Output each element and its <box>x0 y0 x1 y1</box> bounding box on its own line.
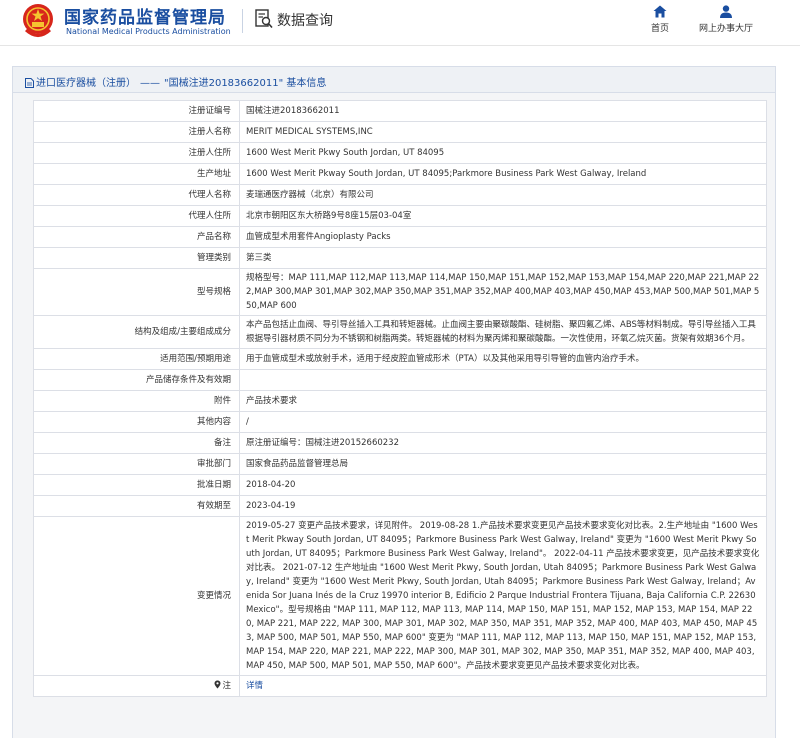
user-icon <box>720 5 732 18</box>
field-value: 2023-04-19 <box>239 495 767 517</box>
agency-name-en: National Medical Products Administration <box>66 27 231 36</box>
field-label: 注册证编号 <box>33 100 240 122</box>
table-row: 变更情况 2019-05-27 变更产品技术要求，详见附件。 2019-08-28… <box>33 516 767 676</box>
table-row: 适用范围/预期用途 用于血管成型术或放射手术，适用于经皮腔血管成形术（PTA）以及… <box>33 348 767 370</box>
table-row: 附件 产品技术要求 <box>33 390 767 412</box>
field-label: 批准日期 <box>33 474 240 496</box>
table-row: 批准日期 2018-04-20 <box>33 474 767 496</box>
field-value: 国械注进20183662011 <box>239 100 767 122</box>
nav-hall-label: 网上办事大厅 <box>698 24 753 34</box>
note-label: 注 <box>222 681 231 691</box>
field-label: 结构及组成/主要组成成分 <box>33 315 240 349</box>
field-value: 第三类 <box>239 247 767 269</box>
table-row: 备注 原注册证编号：国械注进20152660232 <box>33 432 767 454</box>
table-row: 其他内容 / <box>33 411 767 433</box>
detail-panel: 进口医疗器械（注册） —— "国械注进20183662011" 基本信息 注册证编号… <box>12 66 776 738</box>
field-value <box>239 369 767 391</box>
field-value: 北京市朝阳区东大桥路9号8座15层03-04室 <box>239 205 767 227</box>
field-label: 注册人名称 <box>33 121 240 143</box>
field-value: 国家食品药品监督管理总局 <box>239 453 767 475</box>
table-row: 注册人名称 MERIT MEDICAL SYSTEMS,INC <box>33 121 767 143</box>
table-row: 有效期至 2023-04-19 <box>33 495 767 517</box>
nav-home-label: 首页 <box>650 24 669 34</box>
table-row: 代理人名称 麦瑞通医疗器械（北京）有限公司 <box>33 184 767 206</box>
table-row: 注册证编号 国械注进20183662011 <box>33 100 767 122</box>
note-label-cell: 注 <box>33 675 240 697</box>
breadcrumb-category[interactable]: 进口医疗器械（注册） <box>36 78 136 89</box>
table-row: 注册人住所 1600 West Merit Pkwy South Jordan, … <box>33 142 767 164</box>
pin-icon <box>214 680 221 689</box>
field-value: 1600 West Merit Pkway South Jordan, UT 8… <box>239 163 767 185</box>
field-value: 产品技术要求 <box>239 390 767 412</box>
field-value: 用于血管成型术或放射手术，适用于经皮腔血管成形术（PTA）以及其他采用导引导管的… <box>239 348 767 370</box>
field-label: 管理类别 <box>33 247 240 269</box>
field-label: 附件 <box>33 390 240 412</box>
panel-header: 进口医疗器械（注册） —— "国械注进20183662011" 基本信息 <box>13 67 775 93</box>
field-label: 有效期至 <box>33 495 240 517</box>
field-label: 适用范围/预期用途 <box>33 348 240 370</box>
table-row: 型号规格 规格型号：MAP 111,MAP 112,MAP 113,MAP 114… <box>33 268 767 316</box>
field-value: 1600 West Merit Pkwy South Jordan, UT 84… <box>239 142 767 164</box>
table-row: 生产地址 1600 West Merit Pkway South Jordan, … <box>33 163 767 185</box>
table-row: 结构及组成/主要组成成分 本产品包括止血阀、导引导丝插入工具和转矩器械。止血阀主要… <box>33 315 767 349</box>
field-label: 代理人住所 <box>33 205 240 227</box>
table-row: 产品名称 血管成型术用套件Angioplasty Packs <box>33 226 767 248</box>
note-value-cell: 详情 <box>239 675 767 697</box>
nav-home[interactable]: 首页 <box>640 5 680 34</box>
table-row: 注 详情 <box>33 675 767 697</box>
nav-online-service-hall[interactable]: 网上办事大厅 <box>693 5 759 34</box>
field-label: 其他内容 <box>33 411 240 433</box>
table-row: 管理类别 第三类 <box>33 247 767 269</box>
section-title: 数据查询 <box>277 13 333 29</box>
field-label: 变更情况 <box>33 516 240 676</box>
field-value: 规格型号：MAP 111,MAP 112,MAP 113,MAP 114,MAP… <box>239 268 767 316</box>
table-row: 产品储存条件及有效期 <box>33 369 767 391</box>
table-row: 代理人住所 北京市朝阳区东大桥路9号8座15层03-04室 <box>33 205 767 227</box>
field-value: 原注册证编号：国械注进20152660232 <box>239 432 767 454</box>
field-label: 生产地址 <box>33 163 240 185</box>
field-label: 产品名称 <box>33 226 240 248</box>
breadcrumb: 进口医疗器械（注册） —— "国械注进20183662011" 基本信息 <box>25 74 326 89</box>
field-label: 代理人名称 <box>33 184 240 206</box>
agency-name-cn: 国家药品监督管理局 <box>64 8 226 28</box>
data-query-icon <box>255 9 273 29</box>
table-row: 审批部门 国家食品药品监督管理总局 <box>33 453 767 475</box>
home-icon <box>653 5 667 18</box>
detail-table: 注册证编号 国械注进20183662011 注册人名称 MERIT MEDICAL … <box>33 100 767 697</box>
field-value: 麦瑞通医疗器械（北京）有限公司 <box>239 184 767 206</box>
national-emblem-icon <box>23 4 53 37</box>
field-value: / <box>239 411 767 433</box>
field-label: 备注 <box>33 432 240 454</box>
field-value: 血管成型术用套件Angioplasty Packs <box>239 226 767 248</box>
field-value: 2019-05-27 变更产品技术要求，详见附件。 2019-08-28 1.产… <box>239 516 767 676</box>
field-label: 型号规格 <box>33 268 240 316</box>
field-value: MERIT MEDICAL SYSTEMS,INC <box>239 121 767 143</box>
field-label: 注册人住所 <box>33 142 240 164</box>
breadcrumb-title: "国械注进20183662011" 基本信息 <box>164 78 327 89</box>
document-icon <box>25 78 34 88</box>
details-link[interactable]: 详情 <box>246 681 263 691</box>
header-divider <box>242 9 243 33</box>
field-value: 本产品包括止血阀、导引导丝插入工具和转矩器械。止血阀主要由聚碳酸酯、硅树脂、聚四… <box>239 315 767 349</box>
breadcrumb-separator: —— <box>140 78 160 89</box>
site-header: 国家药品监督管理局 National Medical Products Admi… <box>0 0 800 46</box>
field-value: 2018-04-20 <box>239 474 767 496</box>
field-label: 产品储存条件及有效期 <box>33 369 240 391</box>
field-label: 审批部门 <box>33 453 240 475</box>
